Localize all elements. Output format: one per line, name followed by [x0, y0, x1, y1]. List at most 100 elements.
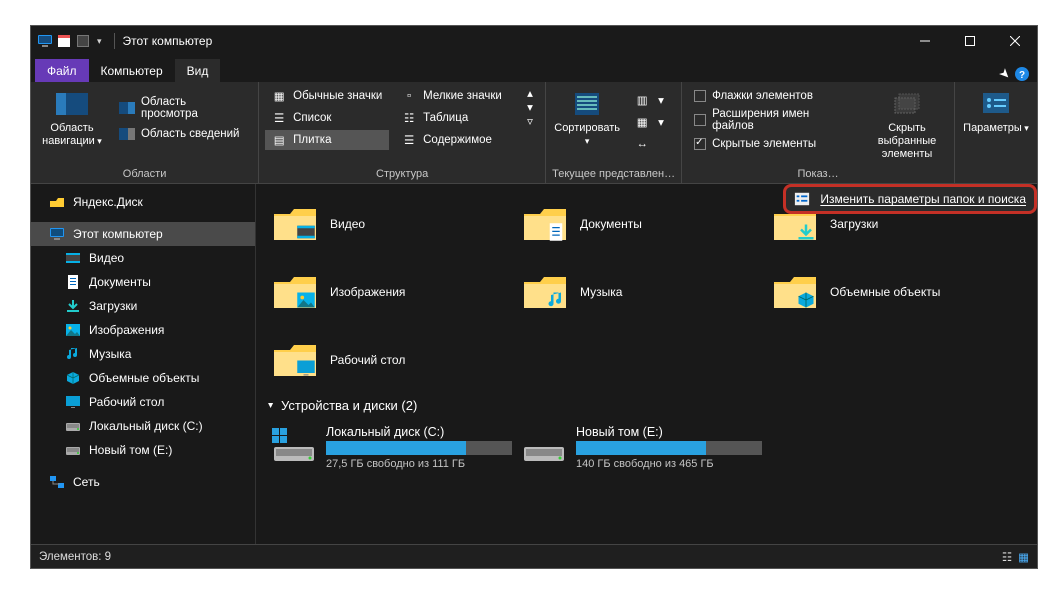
layout-expand[interactable]: ▿	[525, 114, 539, 128]
yadisk-icon	[49, 194, 65, 210]
nav-item-10[interactable]: Новый том (E:)	[31, 438, 255, 462]
navigation-pane-button[interactable]: Область навигации ▾	[37, 86, 107, 152]
layout-table[interactable]: ☷Таблица	[395, 108, 519, 128]
disk-icon	[65, 418, 81, 434]
nav-label: Сеть	[73, 475, 100, 489]
add-columns-button[interactable]: ▦▾	[628, 112, 670, 132]
pin-ribbon-icon[interactable]: ➤	[995, 64, 1014, 83]
nav-label: Загрузки	[89, 299, 137, 313]
folder-tile[interactable]: Музыка	[516, 258, 766, 326]
options-button[interactable]: Параметры ▾	[961, 86, 1031, 139]
folder-tile[interactable]: Объемные объекты	[766, 258, 1016, 326]
tiles-view-icon[interactable]: ▦	[1018, 550, 1029, 564]
group-current-label: Текущее представлен…	[552, 165, 675, 181]
tab-file[interactable]: Файл	[35, 59, 89, 82]
drive-free-text: 140 ГБ свободно из 465 ГБ	[576, 458, 762, 470]
group-panes-label: Области	[37, 165, 252, 181]
maximize-button[interactable]	[947, 26, 992, 56]
layout-normal-icons[interactable]: ▦Обычные значки	[265, 86, 389, 106]
drive-name: Новый том (E:)	[576, 425, 762, 441]
drives-section-header[interactable]: ▸ Устройства и диски (2)	[266, 394, 1027, 421]
nav-item-2[interactable]: Видео	[31, 246, 255, 270]
options-icon	[794, 191, 810, 207]
folder-icon	[272, 272, 318, 312]
nav-item-0[interactable]: Яндекс.Диск	[31, 190, 255, 214]
drive-icon	[520, 425, 566, 463]
ribbon-tabs: Файл Компьютер Вид ➤ ?	[31, 56, 1037, 82]
qat-properties-icon[interactable]	[56, 33, 72, 49]
hide-selected-button[interactable]: Скрыть выбранные элементы	[866, 86, 948, 165]
pc-icon	[49, 226, 65, 242]
hidden-items-toggle[interactable]: Скрытые элементы	[688, 136, 860, 152]
video-icon	[65, 250, 81, 266]
nav-item-9[interactable]: Локальный диск (C:)	[31, 414, 255, 438]
nav-label: Объемные объекты	[89, 371, 199, 385]
desktop-icon	[65, 394, 81, 410]
qat-folder-icon[interactable]	[75, 33, 91, 49]
pc-icon	[37, 33, 53, 49]
nav-item-5[interactable]: Изображения	[31, 318, 255, 342]
preview-pane-button[interactable]: Область просмотра	[113, 94, 252, 122]
nav-item-11[interactable]: Сеть	[31, 470, 255, 494]
music-icon	[65, 346, 81, 362]
layout-tiles[interactable]: ▤Плитка	[265, 130, 389, 150]
details-pane-button[interactable]: Область сведений	[113, 124, 252, 144]
folder-label: Объемные объекты	[830, 285, 940, 299]
3d-icon	[65, 370, 81, 386]
download-icon	[65, 298, 81, 314]
tab-computer[interactable]: Компьютер	[89, 59, 175, 82]
folder-label: Загрузки	[830, 217, 878, 231]
nav-item-1[interactable]: Этот компьютер	[31, 222, 255, 246]
layout-small-icons[interactable]: ▫Мелкие значки	[395, 86, 519, 106]
drive-usage-bar	[576, 441, 762, 455]
qat-dropdown-icon[interactable]: ▾	[97, 36, 102, 47]
layout-list[interactable]: ☰Список	[265, 108, 389, 128]
nav-label: Видео	[89, 251, 124, 265]
nav-label: Музыка	[89, 347, 131, 361]
folder-label: Рабочий стол	[330, 353, 405, 367]
content-area: Видео Документы Загрузки Изображения Муз…	[256, 184, 1037, 544]
drive-name: Локальный диск (C:)	[326, 425, 512, 441]
change-folder-options-menuitem[interactable]: Изменить параметры папок и поиска	[783, 184, 1037, 214]
folder-tile[interactable]: Изображения	[266, 258, 516, 326]
file-extensions-toggle[interactable]: Расширения имен файлов	[688, 106, 860, 134]
drives-header-label: Устройства и диски (2)	[281, 398, 417, 413]
disk-icon	[65, 442, 81, 458]
drive-free-text: 27,5 ГБ свободно из 111 ГБ	[326, 458, 512, 470]
chevron-down-icon: ▸	[265, 403, 276, 408]
nav-label: Новый том (E:)	[89, 443, 172, 457]
item-checkboxes-toggle[interactable]: Флажки элементов	[688, 88, 860, 104]
tab-view[interactable]: Вид	[175, 59, 221, 82]
folder-label: Изображения	[330, 285, 405, 299]
folder-tile[interactable]: Видео	[266, 190, 516, 258]
doc-icon	[65, 274, 81, 290]
drive-tile[interactable]: Локальный диск (C:) 27,5 ГБ свободно из …	[266, 421, 516, 486]
layout-content[interactable]: ☰Содержимое	[395, 130, 519, 150]
sort-button[interactable]: Сортировать ▾	[552, 86, 622, 152]
layout-scroll-up[interactable]: ▴	[525, 86, 539, 100]
nav-item-3[interactable]: Документы	[31, 270, 255, 294]
close-button[interactable]	[992, 26, 1037, 56]
help-icon[interactable]: ?	[1015, 67, 1029, 81]
titlebar: ▾ Этот компьютер	[31, 26, 1037, 56]
preview-pane-label: Область просмотра	[141, 96, 246, 120]
nav-item-7[interactable]: Объемные объекты	[31, 366, 255, 390]
nav-item-8[interactable]: Рабочий стол	[31, 390, 255, 414]
nav-item-6[interactable]: Музыка	[31, 342, 255, 366]
minimize-button[interactable]	[902, 26, 947, 56]
nav-label: Этот компьютер	[73, 227, 163, 241]
details-pane-label: Область сведений	[141, 128, 240, 140]
nav-item-4[interactable]: Загрузки	[31, 294, 255, 318]
folder-tile[interactable]: Рабочий стол	[266, 326, 516, 394]
layout-scroll-down[interactable]: ▾	[525, 100, 539, 114]
window-title: Этот компьютер	[121, 34, 213, 48]
net-icon	[49, 474, 65, 490]
status-bar: Элементов: 9 ☷ ▦	[31, 544, 1037, 568]
group-by-button[interactable]: ▥▾	[628, 90, 670, 110]
details-view-icon[interactable]: ☷	[1002, 550, 1012, 564]
folder-tile[interactable]: Документы	[516, 190, 766, 258]
size-columns-button[interactable]: ↔	[628, 134, 670, 154]
folder-label: Музыка	[580, 285, 622, 299]
drive-tile[interactable]: Новый том (E:) 140 ГБ свободно из 465 ГБ	[516, 421, 766, 486]
popup-label: Изменить параметры папок и поиска	[820, 192, 1026, 206]
